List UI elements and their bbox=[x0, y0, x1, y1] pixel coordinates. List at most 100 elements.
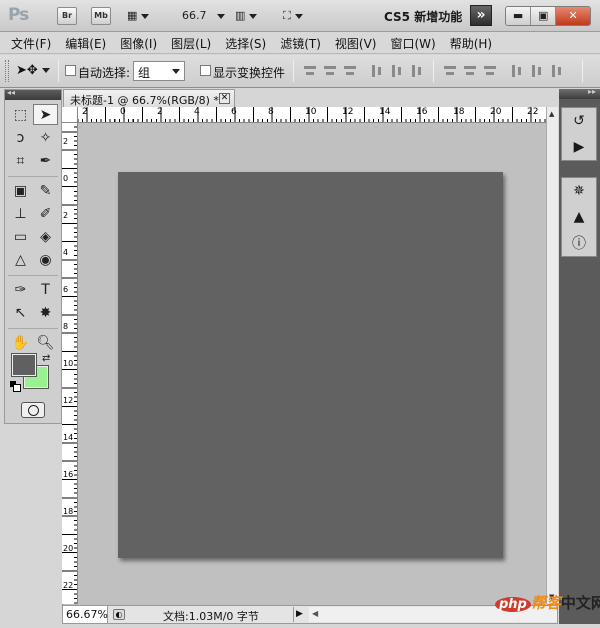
eraser-tool-icon[interactable]: ▭ bbox=[8, 226, 33, 247]
auto-select-checkbox[interactable] bbox=[65, 65, 76, 76]
status-info-icon[interactable]: ◐ bbox=[113, 609, 125, 620]
ruler-label: 8 bbox=[268, 107, 274, 117]
close-button[interactable]: ✕ bbox=[556, 7, 590, 25]
dodge-tool-icon[interactable]: ◉ bbox=[33, 249, 58, 270]
actions-icon[interactable]: ▶ bbox=[562, 134, 596, 160]
ruler-origin[interactable] bbox=[62, 107, 78, 123]
crop-tool-icon[interactable]: ⌗ bbox=[8, 150, 33, 171]
maximize-button[interactable]: ▣ bbox=[531, 7, 557, 25]
healing-brush-tool-icon[interactable]: ▣ bbox=[8, 180, 33, 201]
ruler-label: 16 bbox=[416, 107, 428, 117]
scroll-left-icon[interactable]: ◀ bbox=[312, 609, 318, 618]
ruler-label: 14 bbox=[63, 433, 74, 442]
document-canvas[interactable] bbox=[118, 172, 503, 558]
align-right-icon[interactable] bbox=[410, 64, 424, 78]
menu-view[interactable]: 视图(V) bbox=[328, 32, 384, 53]
options-bar-grip[interactable] bbox=[5, 60, 9, 82]
minibridge-button[interactable]: Mb bbox=[91, 7, 111, 25]
menu-file[interactable]: 文件(F) bbox=[4, 32, 58, 53]
align-vertical-center-icon[interactable] bbox=[323, 64, 337, 78]
show-transform-checkbox[interactable] bbox=[200, 65, 211, 76]
tools-panel-header[interactable] bbox=[5, 88, 61, 100]
brush-tool-icon[interactable]: ✎ bbox=[33, 180, 58, 201]
ruler-label: 2 bbox=[157, 107, 163, 117]
zoom-level-dropdown[interactable]: 66.7 bbox=[182, 9, 225, 22]
view-extras-dropdown[interactable]: ▦ bbox=[127, 9, 150, 22]
distribute-right-icon[interactable] bbox=[550, 64, 564, 78]
zoom-tool-icon[interactable]: 🔍︎ bbox=[33, 332, 58, 353]
blur-tool-icon[interactable]: △ bbox=[8, 249, 33, 270]
divider bbox=[8, 324, 58, 329]
navigator-icon[interactable]: ✵ bbox=[562, 178, 596, 204]
hand-tool-icon[interactable]: ✋ bbox=[8, 332, 33, 353]
menu-help[interactable]: 帮助(H) bbox=[443, 32, 499, 53]
distribute-bottom-icon[interactable] bbox=[483, 64, 497, 78]
history-icon[interactable]: ↺ bbox=[562, 108, 596, 134]
workspace-more-button[interactable]: » bbox=[470, 5, 492, 26]
ruler-label: 12 bbox=[63, 396, 74, 405]
vertical-ruler[interactable]: 2 0 2 4 6 8 10 12 14 16 18 20 22 bbox=[62, 107, 78, 604]
magic-wand-tool-icon[interactable]: ✧ bbox=[33, 127, 58, 148]
horizontal-ruler[interactable]: 2 0 2 4 6 8 10 12 14 16 18 20 22 bbox=[62, 107, 547, 123]
distribute-left-icon[interactable] bbox=[510, 64, 524, 78]
document-tab[interactable]: 未标题-1 @ 66.7%(RGB/8) * ✕ bbox=[63, 89, 235, 107]
menu-bar: 文件(F) 编辑(E) 图像(I) 图层(L) 选择(S) 滤镜(T) 视图(V… bbox=[0, 32, 600, 54]
type-tool-icon[interactable]: T bbox=[33, 279, 58, 300]
menu-edit[interactable]: 编辑(E) bbox=[58, 32, 113, 53]
paint-bucket-tool-icon[interactable]: ◈ bbox=[33, 226, 58, 247]
bridge-button[interactable]: Br bbox=[57, 7, 77, 25]
quick-mask-button[interactable] bbox=[21, 402, 45, 418]
workspace-switcher[interactable]: CS5 新增功能 bbox=[384, 8, 462, 25]
foreground-color-swatch[interactable] bbox=[11, 353, 37, 377]
align-bottom-icon[interactable] bbox=[343, 64, 357, 78]
scroll-up-icon[interactable]: ▲ bbox=[549, 110, 554, 118]
watermark-text: 中文网 bbox=[560, 594, 600, 612]
align-buttons-group bbox=[303, 64, 357, 78]
menu-window[interactable]: 窗口(W) bbox=[383, 32, 442, 53]
arrange-documents-dropdown[interactable]: ▥ bbox=[235, 9, 258, 22]
chevron-down-icon bbox=[141, 13, 150, 19]
align-top-icon[interactable] bbox=[303, 64, 317, 78]
close-document-icon[interactable]: ✕ bbox=[219, 93, 230, 104]
distribute-vertical-center-icon[interactable] bbox=[463, 64, 477, 78]
clone-stamp-tool-icon[interactable]: ⊥ bbox=[8, 203, 33, 224]
arrange-documents-icon: ▥ bbox=[235, 9, 246, 22]
path-selection-tool-icon[interactable]: ↖ bbox=[8, 302, 33, 323]
swap-colors-icon[interactable]: ⇄ bbox=[42, 353, 50, 364]
move-tool-icon: ➤✥ bbox=[16, 63, 38, 78]
default-colors-icon[interactable] bbox=[10, 381, 21, 392]
tool-preset-picker[interactable]: ➤✥ bbox=[16, 63, 50, 78]
distribute-horizontal-center-icon[interactable] bbox=[530, 64, 544, 78]
minimize-button[interactable]: ▬ bbox=[506, 7, 532, 25]
menu-layer[interactable]: 图层(L) bbox=[164, 32, 218, 53]
distribute-top-icon[interactable] bbox=[443, 64, 457, 78]
move-tool-icon[interactable]: ➤ bbox=[33, 104, 58, 125]
custom-shape-tool-icon[interactable]: ✸ bbox=[33, 302, 58, 323]
history-brush-tool-icon[interactable]: ✐ bbox=[33, 203, 58, 224]
align-horizontal-center-icon[interactable] bbox=[390, 64, 404, 78]
panel-group-2: ✵ ▲ ⓘ bbox=[561, 177, 597, 257]
info-icon[interactable]: ⓘ bbox=[562, 230, 596, 256]
menu-select[interactable]: 选择(S) bbox=[218, 32, 273, 53]
collapsed-panels-dock: ↺ ▶ ✵ ▲ ⓘ bbox=[559, 87, 600, 624]
watermark-badge: php bbox=[495, 597, 531, 612]
status-menu-arrow-icon[interactable]: ▶ bbox=[293, 607, 304, 622]
pen-tool-icon[interactable]: ✑ bbox=[8, 279, 33, 300]
ruler-label: 4 bbox=[63, 248, 69, 257]
auto-select-label: 自动选择: bbox=[78, 66, 131, 80]
divider bbox=[8, 172, 58, 177]
align-left-icon[interactable] bbox=[370, 64, 384, 78]
histogram-icon[interactable]: ▲ bbox=[562, 204, 596, 230]
menu-image[interactable]: 图像(I) bbox=[113, 32, 164, 53]
vertical-scrollbar[interactable]: ▲ ▼ bbox=[546, 107, 558, 604]
screen-mode-dropdown[interactable]: ⛶ bbox=[283, 9, 303, 23]
panel-dock-header[interactable] bbox=[559, 87, 600, 99]
zoom-field[interactable]: 66.67% bbox=[63, 606, 108, 623]
ruler-label: 18 bbox=[453, 107, 465, 117]
ruler-label: 0 bbox=[63, 174, 69, 183]
auto-select-dropdown[interactable]: 组 bbox=[133, 61, 185, 81]
marquee-tool-icon[interactable]: ⬚ bbox=[8, 104, 33, 125]
lasso-tool-icon[interactable]: ↄ bbox=[8, 127, 33, 148]
menu-filter[interactable]: 滤镜(T) bbox=[273, 32, 328, 53]
eyedropper-tool-icon[interactable]: ✒ bbox=[33, 150, 58, 171]
